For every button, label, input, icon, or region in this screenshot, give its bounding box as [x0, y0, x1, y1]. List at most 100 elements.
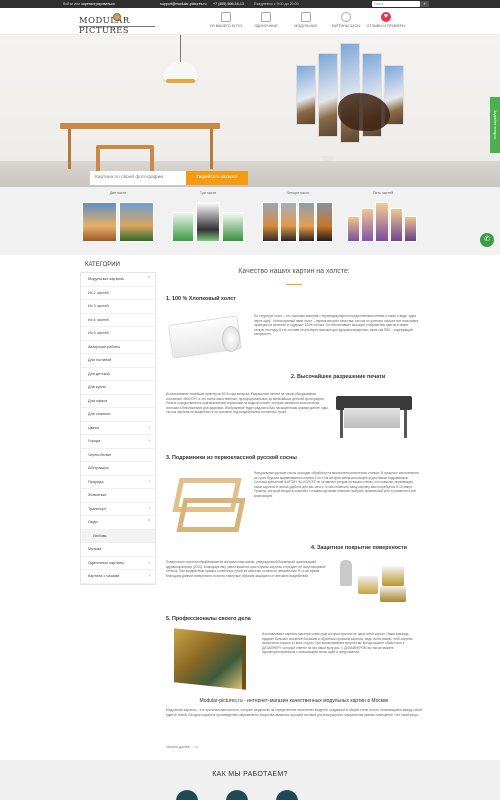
sidebar-item-single-pictures[interactable]: Одиночные картины ›	[81, 557, 155, 570]
category-two-parts[interactable]: Две части	[80, 191, 156, 242]
logo-underline	[79, 26, 155, 27]
category-label: Пять частей	[372, 191, 394, 195]
sidebar-title: КАТЕГОРИИ	[85, 262, 120, 268]
chair-seat	[96, 145, 154, 149]
sidebar-item-bedroom[interactable]: Для спальни	[81, 408, 155, 422]
category-label: Три части	[199, 191, 217, 195]
sidebar-item-kids-room[interactable]: Для детской	[81, 368, 155, 381]
working-hours: Ежедневно с 9:00 до 20:00	[254, 2, 299, 6]
how-we-work-title: КАК МЫ РАБОТАЕМ?	[212, 771, 288, 778]
read-more-link[interactable]: Читать далее... >>	[166, 745, 199, 749]
phone-icon[interactable]: ✆	[480, 233, 494, 247]
canvas-panel	[296, 65, 316, 125]
category-label: Две части	[109, 191, 127, 195]
thumb-panel	[390, 208, 403, 242]
category-three-parts[interactable]: Три части	[170, 191, 246, 242]
nav-reviews[interactable]: ♥ ОТЗЫВЫ И ПРИМЕРЫ	[366, 10, 406, 34]
sidebar-item-modular[interactable]: Модульные картины ^	[81, 273, 155, 287]
table-leg	[68, 129, 71, 169]
sidebar-item-black-white[interactable]: Черно-белые	[81, 449, 155, 462]
sidebar-item-4-parts[interactable]: Из 4 частей	[81, 314, 155, 327]
sidebar-item-love[interactable]: Любовь	[81, 529, 155, 543]
sidebar-item-nature[interactable]: Природа ›	[81, 476, 155, 489]
sidebar-item-clock-pictures[interactable]: Картина с часами ›	[81, 570, 155, 584]
ask-question-tab[interactable]: Задайте вопрос	[490, 97, 500, 153]
nav-from-photo[interactable]: ИЗ ВАШЕГО ФОТО	[206, 10, 246, 34]
category-thumbnail	[170, 198, 246, 242]
login-register-link[interactable]: Войти или зарегистрироваться	[63, 2, 115, 6]
sidebar-item-music[interactable]: Музыка	[81, 543, 155, 557]
title-underline	[286, 284, 302, 285]
hero-table	[60, 123, 220, 129]
go-to-catalog-button[interactable]: Перейти в каталог	[186, 171, 248, 185]
sidebar-item-transport[interactable]: Транспорт ›	[81, 503, 155, 516]
sidebar-item-people[interactable]: Люди ^	[81, 516, 155, 530]
step-circle	[226, 790, 248, 800]
chevron-right-icon: ›	[148, 559, 150, 566]
clock-icon	[341, 12, 351, 22]
category-four-parts[interactable]: Четыре части	[260, 191, 336, 242]
sidebar-item-animals[interactable]: Животные	[81, 489, 155, 503]
photo-search-field[interactable]: Картина по своей фотографии	[90, 171, 186, 185]
section-text: Натуральные русские сосны проходят обраб…	[254, 471, 419, 498]
thumb-panel	[404, 216, 417, 242]
chevron-right-icon: ›	[148, 478, 150, 485]
search-icon[interactable]: ⌕	[420, 1, 429, 7]
thumb-panel	[262, 202, 279, 242]
chevron-right-icon: ›	[148, 505, 150, 512]
table-leg	[210, 129, 213, 169]
thumb-panel	[375, 202, 389, 242]
phone-number[interactable]: +7 (495) 666-18-13	[213, 2, 244, 6]
nav-single[interactable]: ОДИНОЧНЫЕ	[246, 10, 286, 34]
how-we-work-section: КАК МЫ РАБОТАЕМ?	[0, 760, 500, 800]
search-input[interactable]: Поиск	[372, 1, 420, 7]
varnish-cans-image	[334, 556, 420, 608]
sidebar-item-2-parts[interactable]: Из 2 частей	[81, 287, 155, 300]
step-circle	[276, 790, 298, 800]
sidebar-item-abstract[interactable]: Абстракция	[81, 462, 155, 476]
sidebar-item-living-room[interactable]: Для гостиной	[81, 354, 155, 368]
section-text: Поверхность полотна обрабатывается специ…	[166, 560, 326, 578]
canvas-roll-image	[167, 315, 246, 360]
hero-banner: Картина по своей фотографии Перейти в ка…	[0, 35, 500, 187]
category-thumbnail	[260, 198, 336, 242]
category-five-parts[interactable]: Пять частей	[345, 191, 421, 242]
chevron-right-icon: ›	[148, 424, 150, 431]
sidebar-item-kitchen[interactable]: Для кухни	[81, 381, 155, 395]
thumb-panel	[196, 202, 220, 242]
chevron-up-icon: ^	[147, 276, 150, 282]
thumb-panel	[347, 216, 360, 242]
logo-emblem-icon	[113, 13, 121, 21]
thumb-panel	[222, 212, 244, 242]
canvas-panel	[318, 53, 338, 137]
lamp-glow	[166, 79, 195, 83]
category-thumbnail	[345, 198, 421, 242]
sidebar-item-cities[interactable]: Города ›	[81, 435, 155, 449]
thumb-panel	[280, 202, 297, 242]
category-label: Четыре части	[286, 191, 310, 195]
section-text: Использование новейших принтеров 2015 го…	[166, 392, 329, 415]
nav-modular[interactable]: МОДУЛЬНЫЕ	[286, 10, 326, 34]
section-heading: 2. Высочайшее разрешение печати	[291, 374, 386, 380]
nav-clock-pictures[interactable]: КАРТИНЫ ЧАСЫ	[326, 10, 366, 34]
chevron-right-icon: ›	[148, 438, 150, 444]
top-bar: Войти или зарегистрироваться support@mod…	[0, 0, 500, 8]
heart-icon: ♥	[381, 12, 391, 22]
klimt-canvas-image	[170, 628, 254, 690]
sidebar-item-3-parts[interactable]: Из 3 частей	[81, 300, 155, 314]
thumb-panel	[316, 202, 333, 242]
thumb-panel	[361, 208, 374, 242]
page-title: Качество наших картин на холсте:	[238, 268, 350, 275]
section-heading: 4. Защитное покрытие поверхности	[311, 545, 407, 551]
support-email-link[interactable]: support@modular-pictures.ru	[160, 2, 207, 6]
chevron-up-icon: ^	[147, 519, 150, 525]
sidebar-item-office[interactable]: Для офиса	[81, 395, 155, 408]
logo[interactable]: MODULAR PICTURES	[79, 13, 155, 35]
single-frame-icon	[261, 12, 271, 22]
sidebar-item-5-parts[interactable]: Из 5 частей	[81, 327, 155, 341]
sidebar-item-flowers[interactable]: Цветы ›	[81, 422, 155, 435]
pendant-lamp	[163, 62, 198, 80]
section-heading: 5. Профессионалы своего дела	[166, 616, 251, 622]
modular-frame-icon	[301, 12, 311, 22]
sidebar-item-author-works[interactable]: Авторские работы	[81, 341, 155, 354]
